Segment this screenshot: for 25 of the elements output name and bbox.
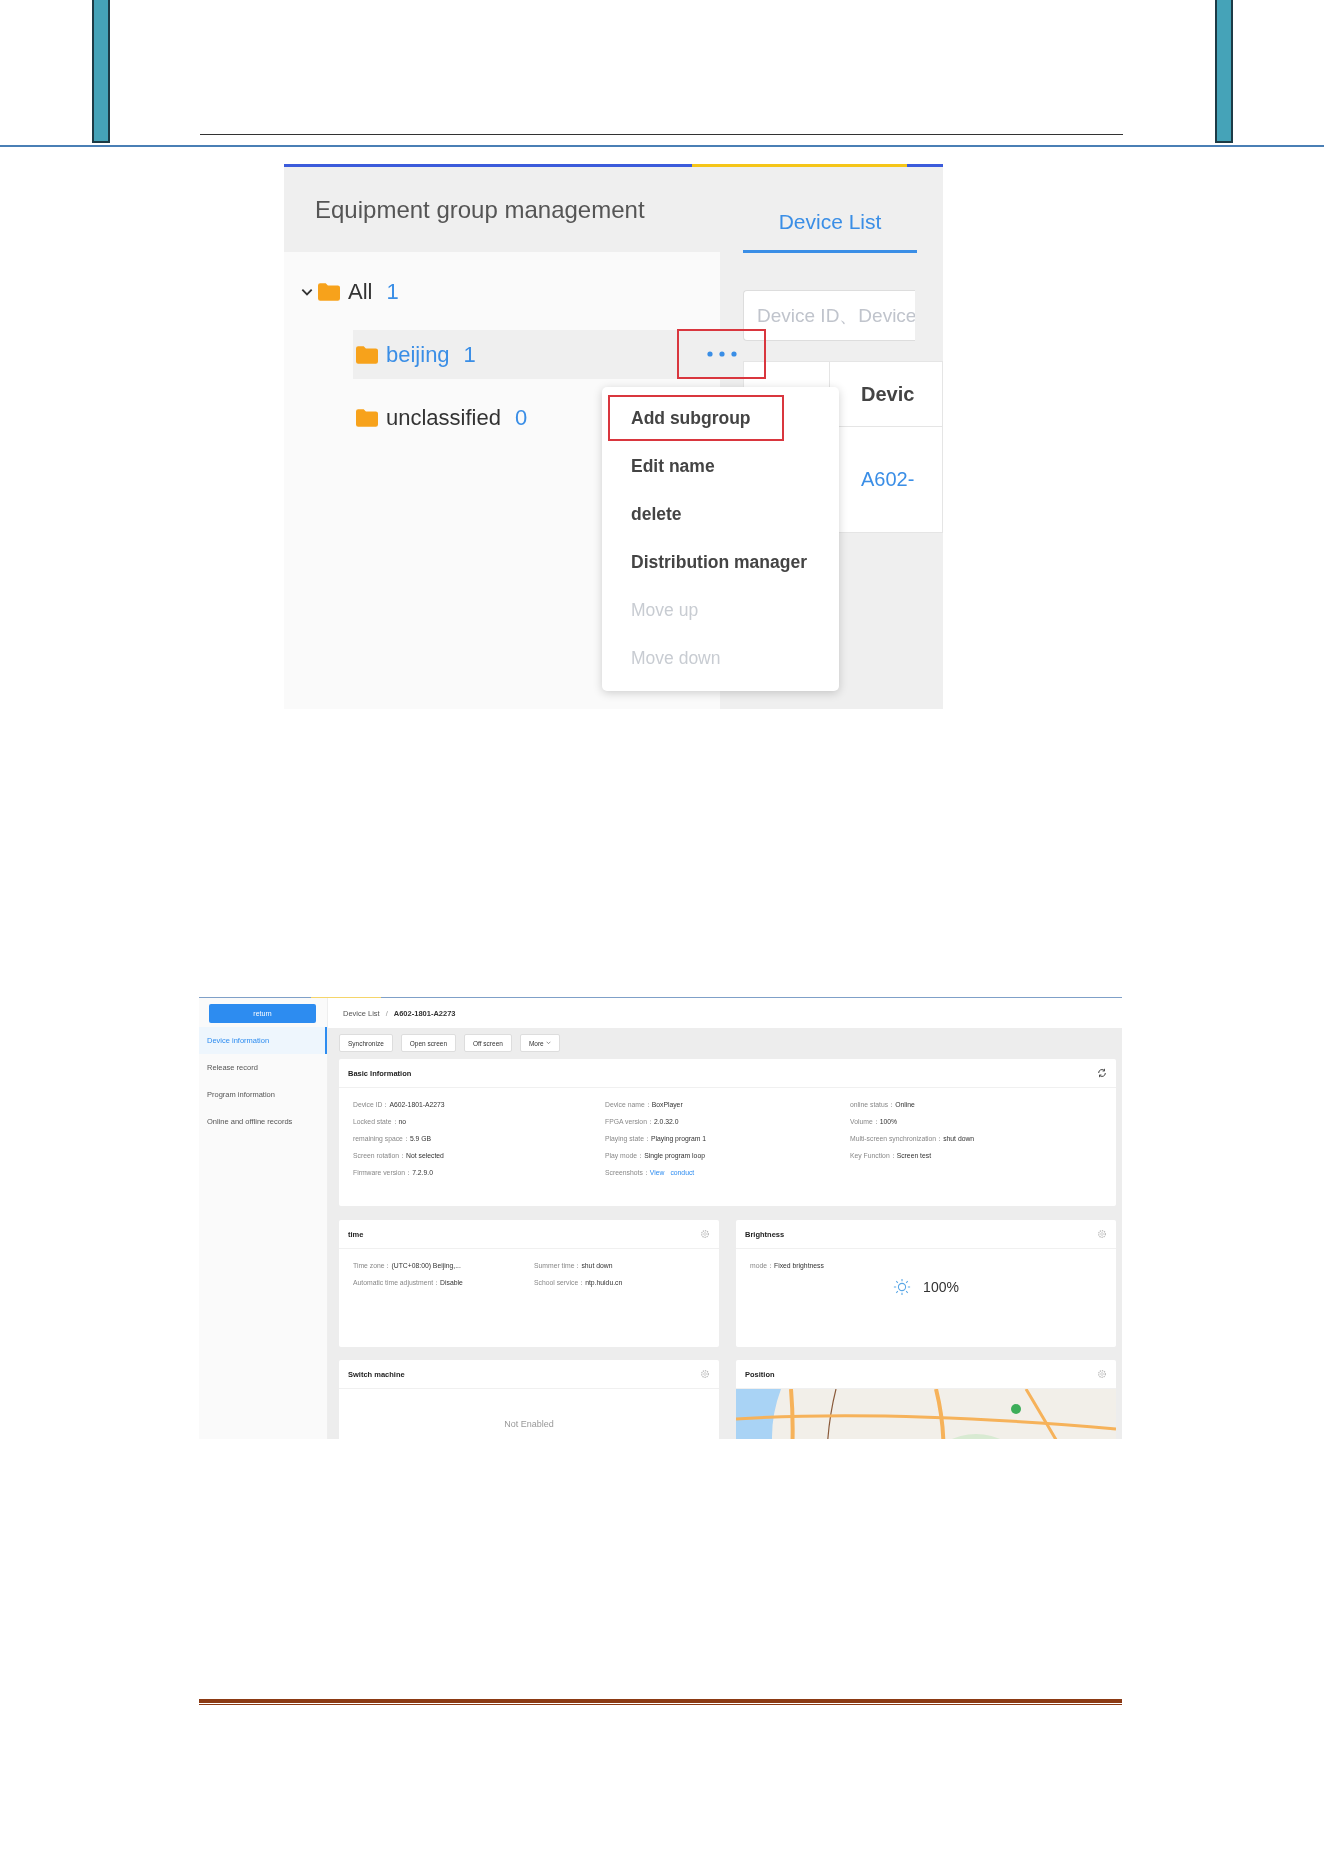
menu-item[interactable]: Add subgroup: [608, 395, 784, 441]
refresh-icon[interactable]: [1097, 1068, 1107, 1078]
settings-icon[interactable]: [700, 1369, 710, 1379]
settings-icon[interactable]: [1097, 1229, 1107, 1239]
menu-item[interactable]: Edit name: [608, 443, 738, 489]
folder-icon: [356, 408, 378, 427]
group-count: 1: [463, 341, 476, 368]
caret-icon: [545, 1041, 551, 1045]
group-count: 0: [514, 404, 528, 431]
more-button[interactable]: [677, 329, 766, 379]
panel-title: Equipment group management: [315, 195, 645, 224]
settings-icon[interactable]: [1097, 1369, 1107, 1379]
settings-icon[interactable]: [700, 1229, 710, 1239]
status-text: Not Enabled: [503, 1419, 555, 1429]
folder-icon: [318, 282, 340, 301]
search-field[interactable]: Device ID、Device: [743, 290, 915, 341]
sun-icon: [893, 1278, 912, 1296]
group-count: 1: [386, 278, 399, 305]
menu-item[interactable]: delete: [608, 491, 705, 537]
folder-icon: [356, 345, 378, 364]
group-name[interactable]: unclassified: [386, 404, 501, 431]
brightness-reading: 100%: [923, 1279, 959, 1295]
group-name[interactable]: All: [348, 278, 373, 305]
menu-item[interactable]: Distribution manager: [608, 539, 830, 585]
more-icon: [706, 351, 737, 357]
